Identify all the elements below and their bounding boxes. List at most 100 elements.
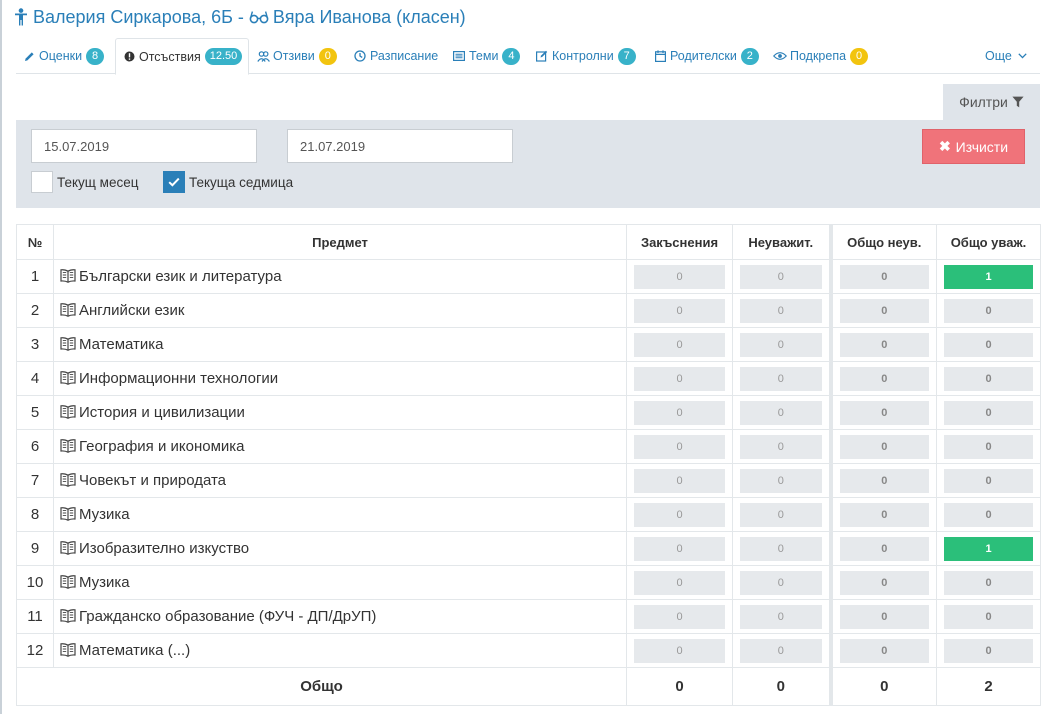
teacher-name: Вяра Иванова (класен) [272,6,466,27]
book-icon [60,371,76,385]
tab-more-label: Още [985,49,1012,63]
total-unexcused-cell: 0 [828,293,937,328]
row-number: 4 [16,361,54,396]
book-icon [60,439,76,453]
absences-table: № Предмет Закъснения Неуважит. Общо неув… [16,224,1041,706]
tab-parents[interactable]: Родителски 2 [653,38,759,74]
unexcused-cell: 0 [732,327,831,362]
total-unexcused-value: 0 [839,264,929,289]
subject-cell: Математика (...) [53,633,627,668]
current-month-box[interactable] [31,171,53,193]
late-cell: 0 [626,259,733,294]
clear-button-label: Изчисти [955,138,1009,155]
tab-tests[interactable]: Контролни 7 [535,38,636,74]
subject-cell: Гражданско образование (ФУЧ - ДП/ДрУП) [53,599,627,634]
total-excused-value: 0 [944,502,1033,527]
subject-name: Английски език [79,302,185,319]
total-excused-cell: 0 [936,361,1041,396]
eye-icon [773,51,787,61]
tab-parents-badge: 2 [740,47,759,65]
clear-button[interactable]: ✖ Изчисти [922,129,1025,164]
unexcused-value: 0 [740,298,822,323]
unexcused-cell: 0 [732,633,831,668]
total-excused-value: 0 [944,332,1033,357]
tab-grades-badge: 8 [86,47,105,65]
edit-icon [535,50,549,62]
subject-name: География и икономика [79,438,245,455]
total-unexcused-value: 0 [839,604,929,629]
tab-more[interactable]: Още [985,38,1027,74]
table-row: 12 Математика (...) 0 0 0 0 [16,633,1041,668]
subject-cell: Математика [53,327,627,362]
late-value: 0 [634,298,725,323]
total-excused-cell: 0 [936,497,1041,532]
totals-label: Общо [16,667,627,706]
book-icon [60,405,76,419]
total-excused-cell: 0 [936,395,1041,430]
filters-label: Филтри [959,94,1008,110]
table-row: 7 Човекът и природата 0 0 0 0 [16,463,1041,498]
unexcused-cell: 0 [732,361,831,396]
late-cell: 0 [626,599,733,634]
total-excused-value: 0 [944,298,1033,323]
tab-tests-badge: 7 [617,47,636,65]
total-unexcused-value: 0 [839,638,929,663]
tab-reviews-badge: 0 [318,47,337,65]
total-unexcused-cell: 0 [828,565,937,600]
current-month-checkbox[interactable]: Текущ месец [31,171,138,193]
date-to-input[interactable] [287,129,513,163]
glasses-icon [249,10,269,24]
late-value: 0 [634,468,725,493]
total-unexcused-cell: 0 [828,497,937,532]
total-unexcused-value: 0 [839,332,929,357]
row-number: 2 [16,293,54,328]
late-value: 0 [634,536,725,561]
col-header-unexcused: Неуважит. [732,224,831,260]
total-unexcused-value: 0 [839,434,929,459]
late-value: 0 [634,264,725,289]
close-icon: ✖ [938,138,951,154]
tab-schedule[interactable]: Разписание [353,38,438,74]
row-number: 7 [16,463,54,498]
exclamation-circle-icon [122,51,136,62]
unexcused-cell: 0 [732,497,831,532]
row-number: 12 [16,633,54,668]
row-number: 6 [16,429,54,464]
date-from-input[interactable] [31,129,257,163]
subject-cell: История и цивилизации [53,395,627,430]
current-week-checkbox[interactable]: Текуща седмица [163,171,293,193]
tab-topics[interactable]: Теми 4 [452,38,521,74]
unexcused-value: 0 [740,468,822,493]
total-unexcused-value: 0 [839,502,929,527]
book-icon [60,643,76,657]
subject-name: Изобразително изкуство [79,540,250,557]
left-border [0,0,2,714]
totals-row: Общо 0 0 0 2 [16,667,1041,706]
unexcused-cell: 0 [732,565,831,600]
total-unexcused-cell: 0 [828,463,937,498]
tab-reviews[interactable]: Отзиви 0 [256,38,337,74]
tab-support[interactable]: Подкрепа 0 [773,38,869,74]
late-cell: 0 [626,497,733,532]
title-separator: - [237,6,244,27]
late-cell: 0 [626,361,733,396]
table-row: 5 История и цивилизации 0 0 0 0 [16,395,1041,430]
total-excused-value: 0 [944,604,1033,629]
current-week-box[interactable] [163,171,185,193]
late-cell: 0 [626,531,733,566]
tab-absences[interactable]: Отсъствия 12.50 [115,38,249,75]
subject-cell: Изобразително изкуство [53,531,627,566]
tab-grades[interactable]: Оценки 8 [22,38,105,74]
filters-toggle[interactable]: Филтри [943,84,1040,120]
tab-schedule-label: Разписание [370,49,439,63]
total-unexcused-cell: 0 [828,259,937,294]
book-icon [60,541,76,555]
total-excused-value: 0 [944,366,1033,391]
subject-name: Музика [79,574,130,591]
pencil-icon [22,51,36,62]
book-icon [60,609,76,623]
unexcused-cell: 0 [732,293,831,328]
subject-cell: Информационни технологии [53,361,627,396]
tab-support-badge: 0 [850,47,869,65]
total-excused-cell: 0 [936,463,1041,498]
